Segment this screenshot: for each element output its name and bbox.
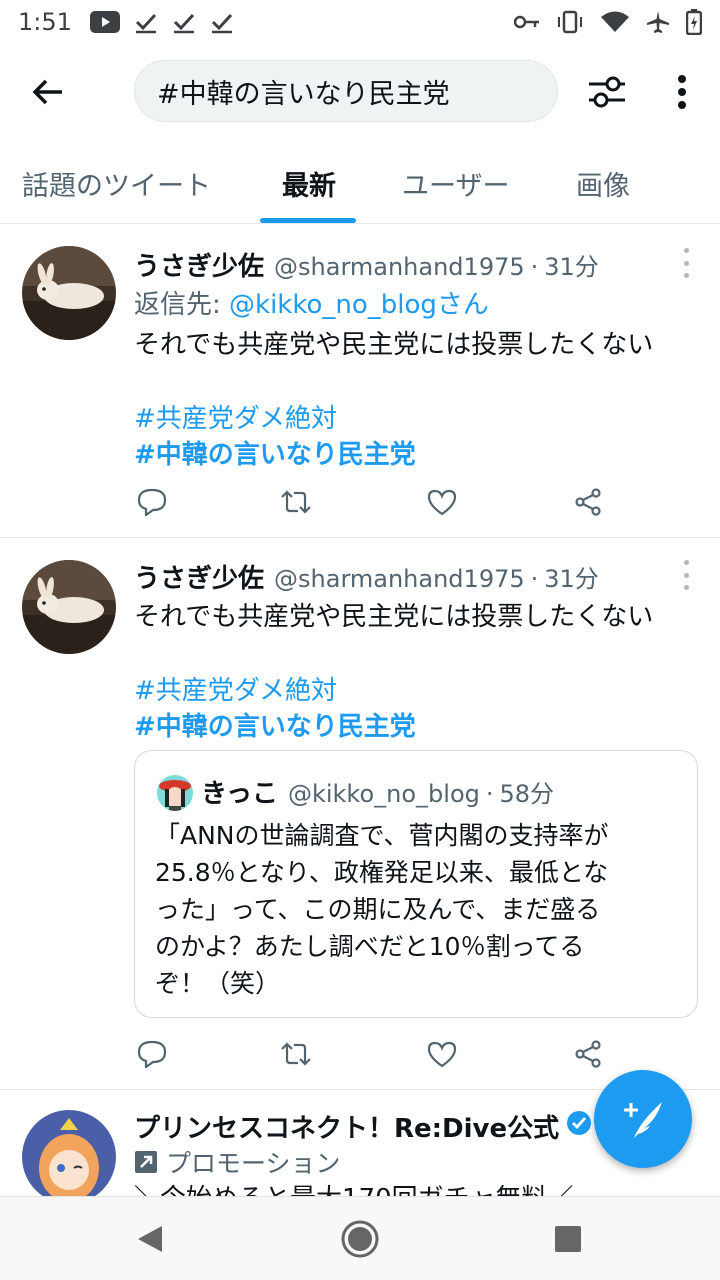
check-icon: [210, 10, 234, 34]
hashtag-link[interactable]: #共産党ダメ絶対: [134, 398, 337, 435]
tab-top[interactable]: 話題のツイート: [22, 150, 211, 224]
app-bar: #中韓の言いなり民主党: [0, 58, 720, 124]
tweet-time: 31分: [544, 565, 599, 593]
nav-home-icon: [341, 1220, 379, 1258]
quoted-header: きっこ @kikko_no_blog · 58分: [201, 773, 554, 810]
like-button[interactable]: [424, 484, 460, 520]
tweet-menu-button[interactable]: [680, 560, 692, 590]
hashtag-link[interactable]: #共産党ダメ絶対: [134, 670, 337, 707]
key-icon: [514, 14, 540, 30]
search-tabs: 話題のツイート 最新 ユーザー 画像: [0, 150, 720, 224]
vibrate-icon: [556, 10, 584, 34]
retweet-button[interactable]: [278, 1036, 314, 1072]
airplane-icon: [646, 10, 670, 34]
status-time: 1:51: [18, 8, 72, 36]
quoted-author-handle: @kikko_no_blog: [287, 780, 480, 808]
status-bar: 1:51: [0, 0, 720, 44]
tweet-text: ＼今始めると最大170回ガチャ無料／: [134, 1178, 573, 1196]
retweet-button[interactable]: [278, 484, 314, 520]
tweet-text: それでも共産党や民主党には投票したくない: [134, 330, 654, 360]
heart-icon: [427, 489, 457, 516]
system-nav-bar: [0, 1196, 720, 1280]
tweet-time: 31分: [544, 253, 599, 281]
tweet-header: うさぎ少佐 @sharmanhand1975 · 31分: [134, 558, 599, 595]
quoted-time: 58分: [499, 780, 555, 808]
separator-dot: ·: [530, 565, 539, 593]
reply-button[interactable]: [134, 484, 170, 520]
tweet-header: うさぎ少佐 @sharmanhand1975 · 31分: [134, 246, 599, 283]
tweet-actions: [134, 484, 614, 524]
reply-button[interactable]: [134, 1036, 170, 1072]
reply-icon: [137, 488, 167, 516]
sliders-icon: [589, 76, 625, 108]
share-button[interactable]: [570, 484, 606, 520]
nav-back-button[interactable]: [128, 1217, 172, 1261]
author-name[interactable]: プリンセスコネクト！Re:Dive公式: [134, 1108, 559, 1145]
tweet-menu-button[interactable]: [680, 248, 692, 278]
reply-to-line: 返信先: @kikko_no_blogさん: [134, 284, 489, 321]
more-vertical-icon: [678, 75, 686, 109]
search-filter-button[interactable]: [584, 70, 630, 114]
author-handle[interactable]: @sharmanhand1975: [274, 253, 525, 281]
nav-back-icon: [138, 1226, 162, 1252]
verified-badge-icon: [565, 1109, 593, 1137]
tweet-card[interactable]: うさぎ少佐 @sharmanhand1975 · 31分 返信先: @kikko…: [0, 226, 720, 538]
reply-mention[interactable]: @kikko_no_blogさん: [229, 290, 489, 320]
retweet-icon: [281, 490, 311, 514]
battery-icon: [686, 9, 702, 35]
active-tab-indicator: [260, 218, 356, 223]
heart-icon: [427, 1041, 457, 1068]
tab-users[interactable]: ユーザー: [402, 150, 509, 224]
author-name[interactable]: うさぎ少佐: [134, 246, 264, 283]
quoted-text: 「ANNの世論調査で、菅内閣の支持率が 25.8％となり、政権発足以来、最低とな…: [155, 821, 609, 998]
tweet-text: それでも共産党や民主党には投票したくない: [134, 602, 654, 632]
hashtag-link[interactable]: #中韓の言いなり民主党: [134, 706, 416, 743]
nav-home-button[interactable]: [338, 1217, 382, 1261]
separator-dot: ·: [530, 253, 539, 281]
promoted-text: プロモーション: [166, 1149, 341, 1178]
avatar[interactable]: [22, 246, 116, 340]
quoted-author-name: きっこ: [201, 779, 278, 809]
nav-recents-button[interactable]: [546, 1217, 590, 1261]
compose-tweet-button[interactable]: [594, 1070, 692, 1168]
like-button[interactable]: [424, 1036, 460, 1072]
quoted-avatar[interactable]: [157, 775, 193, 811]
separator-dot: ·: [485, 780, 494, 808]
compose-feather-icon: [624, 1102, 662, 1138]
more-options-button[interactable]: [664, 70, 700, 114]
avatar[interactable]: [22, 1110, 116, 1196]
avatar[interactable]: [22, 560, 116, 654]
wifi-icon: [600, 10, 630, 34]
check-icon: [134, 10, 158, 34]
tweet-card[interactable]: うさぎ少佐 @sharmanhand1975 · 31分 それでも共産党や民主党…: [0, 538, 720, 1090]
share-icon: [575, 488, 601, 516]
reply-icon: [137, 1040, 167, 1068]
check-icon: [172, 10, 196, 34]
promoted-label: プロモーション: [134, 1144, 341, 1180]
nav-recents-icon: [555, 1226, 581, 1252]
author-handle[interactable]: @sharmanhand1975: [274, 565, 525, 593]
search-input[interactable]: #中韓の言いなり民主党: [134, 60, 558, 122]
tweet-header: プリンセスコネクト！Re:Dive公式: [134, 1108, 593, 1145]
tab-images[interactable]: 画像: [576, 150, 630, 224]
tweet-actions: [134, 1036, 614, 1076]
promoted-icon: [135, 1151, 157, 1173]
retweet-icon: [281, 1042, 311, 1066]
arrow-left-icon: [32, 79, 62, 105]
quoted-tweet[interactable]: きっこ @kikko_no_blog · 58分 「ANNの世論調査で、菅内閣の…: [134, 750, 698, 1018]
author-name[interactable]: うさぎ少佐: [134, 558, 264, 595]
reply-prefix: 返信先:: [134, 290, 230, 320]
back-button[interactable]: [28, 72, 68, 112]
share-button[interactable]: [570, 1036, 606, 1072]
hashtag-link[interactable]: #中韓の言いなり民主党: [134, 434, 416, 471]
share-icon: [575, 1040, 601, 1068]
youtube-icon: [89, 11, 120, 33]
tab-latest[interactable]: 最新: [282, 150, 336, 224]
